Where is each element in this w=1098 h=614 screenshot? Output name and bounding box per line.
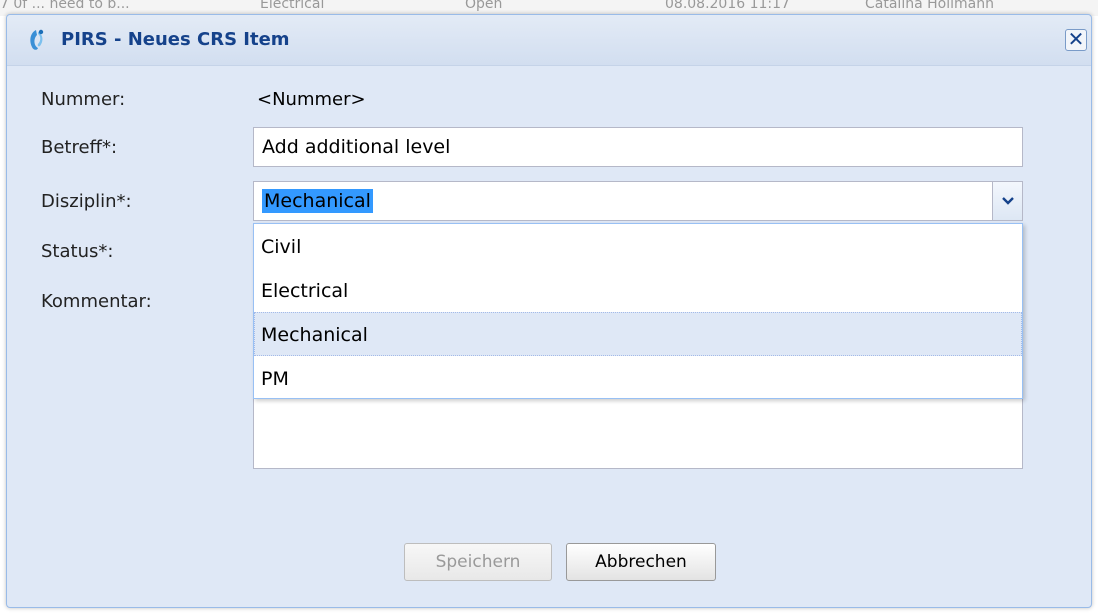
disziplin-dropdown-list: Civil Electrical Mechanical PM [253,223,1023,399]
betreff-input[interactable]: Add additional level [253,127,1023,167]
dropdown-option-mechanical[interactable]: Mechanical [254,312,1022,356]
betreff-label: Betreff*: [41,137,118,158]
cancel-button[interactable]: Abbrechen [566,543,716,581]
dropdown-option-pm[interactable]: PM [254,356,1022,400]
dropdown-option-electrical[interactable]: Electrical [254,268,1022,312]
close-icon: ✕ [1067,27,1085,51]
kommentar-label: Kommentar: [41,291,152,312]
status-label: Status*: [41,241,114,262]
disziplin-dropdown-trigger[interactable] [992,182,1022,220]
betreff-input-value: Add additional level [262,136,451,158]
dialog-title: PIRS - Neues CRS Item [61,29,290,50]
bg-cell: Open [465,0,503,12]
disziplin-selected-value: Mechanical [262,189,373,213]
app-logo-icon [23,27,49,53]
bg-cell: Catalina Hollmann [865,0,994,12]
nummer-value: <Nummer> [257,89,366,110]
chevron-down-icon [1002,197,1014,205]
nummer-label: Nummer: [41,89,126,110]
close-button[interactable]: ✕ [1065,29,1087,51]
bg-cell: 7 0f ... need to b... [0,0,130,12]
new-crs-item-dialog: PIRS - Neues CRS Item ✕ Nummer: <Nummer>… [6,14,1092,608]
dialog-titlebar[interactable]: PIRS - Neues CRS Item ✕ [7,15,1091,66]
save-button[interactable]: Speichern [404,543,552,581]
kommentar-textarea[interactable] [253,391,1023,469]
dropdown-option-civil[interactable]: Civil [254,224,1022,268]
disziplin-combobox[interactable]: Mechanical [253,181,1023,221]
disziplin-label: Disziplin*: [41,191,132,212]
bg-cell: Electrical [260,0,325,12]
bg-cell: 08.08.2016 11:17 [665,0,790,12]
